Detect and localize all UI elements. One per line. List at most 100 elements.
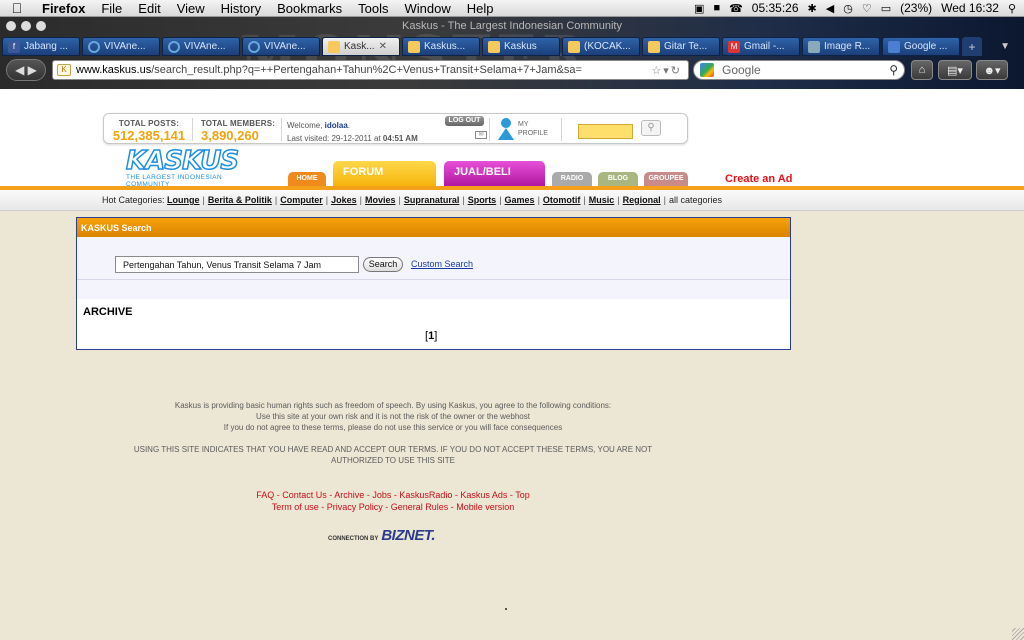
tab-item[interactable]: M Gmail -...	[722, 37, 800, 56]
footer-link-rules[interactable]: General Rules	[391, 502, 449, 512]
url-controls: ☆▾↻	[651, 64, 688, 77]
apple-menu-icon[interactable]: 	[0, 0, 34, 16]
volume-icon[interactable]: ◀	[826, 2, 834, 15]
custom-search-link[interactable]: Custom Search	[411, 259, 473, 269]
footer-link-terms[interactable]: Term of use	[272, 502, 319, 512]
footer-link-contact[interactable]: Contact Us	[282, 490, 327, 500]
tab-home[interactable]: HOME	[288, 172, 326, 186]
category-computer[interactable]: Computer	[280, 195, 323, 205]
elapsed-timer[interactable]: 05:35:26	[752, 1, 799, 15]
tab-label: Image R...	[824, 41, 871, 52]
reload-icon[interactable]: ↻	[671, 65, 682, 77]
menu-view[interactable]: View	[169, 1, 213, 16]
camera-icon[interactable]: ■	[713, 2, 720, 14]
footer-link-radio[interactable]: KaskusRadio	[399, 490, 452, 500]
tab-list-chevron-down-icon[interactable]: ▼	[1000, 41, 1010, 52]
tab-jual-beli[interactable]: JUAL/BELI	[444, 161, 545, 186]
history-dropdown-icon[interactable]: ▾	[663, 65, 671, 77]
category-supranatural[interactable]: Supranatural	[404, 195, 460, 205]
search-icon[interactable]: ⚲	[889, 63, 898, 77]
bluetooth-icon[interactable]: ✱	[808, 2, 817, 15]
menu-app-firefox[interactable]: Firefox	[34, 1, 93, 16]
app-status-icon[interactable]: ▣	[694, 2, 704, 15]
menu-history[interactable]: History	[213, 1, 269, 16]
tab-item[interactable]: Google ...	[882, 37, 960, 56]
search-button[interactable]: Search	[363, 257, 403, 272]
tab-item[interactable]: f Jabang ...	[2, 37, 80, 56]
footer-link-mobile[interactable]: Mobile version	[456, 502, 514, 512]
logo-word: KASKUS	[125, 146, 240, 176]
tab-forum[interactable]: FORUM	[333, 161, 436, 186]
menu-window[interactable]: Window	[397, 1, 459, 16]
connection-by-label: CONNECTION BY	[328, 536, 379, 542]
phone-icon[interactable]: ☎	[729, 2, 743, 15]
category-jokes[interactable]: Jokes	[331, 195, 357, 205]
tab-item[interactable]: Image R...	[802, 37, 880, 56]
battery-percent: (23%)	[900, 1, 933, 15]
footer-link-top[interactable]: Top	[515, 490, 530, 500]
menu-bookmarks[interactable]: Bookmarks	[269, 1, 350, 16]
menu-help[interactable]: Help	[459, 1, 502, 16]
category-all[interactable]: all categories	[669, 195, 722, 205]
create-ad-link[interactable]: Create an Ad	[725, 173, 792, 185]
resize-grip[interactable]	[1012, 628, 1024, 640]
biznet-logo[interactable]: CONNECTION BY BIZNET.	[328, 527, 436, 544]
back-button[interactable]: ◀ ▶	[6, 59, 46, 81]
menu-tools[interactable]: Tools	[350, 1, 396, 16]
footer-link-ads[interactable]: Kaskus Ads	[460, 490, 507, 500]
tab-item-active[interactable]: Kask... ✕	[322, 37, 400, 56]
tab-item[interactable]: VIVAne...	[82, 37, 160, 56]
tab-radio[interactable]: RADIO	[552, 172, 592, 186]
site-search-input[interactable]	[578, 124, 633, 139]
category-music[interactable]: Music	[589, 195, 615, 205]
welcome-text: Welcome,	[287, 121, 323, 130]
search-query-input[interactable]	[115, 256, 359, 273]
bookmarks-toolbar-button[interactable]: ▤▾	[938, 60, 972, 80]
time-machine-icon[interactable]: ◷	[843, 2, 853, 15]
category-games[interactable]: Games	[505, 195, 535, 205]
tab-item[interactable]: Gitar Te...	[642, 37, 720, 56]
close-tab-icon[interactable]: ✕	[379, 41, 387, 52]
tab-groupee[interactable]: GROUPEE	[644, 172, 688, 186]
site-search-go-button[interactable]: ⚲	[641, 120, 661, 136]
category-sports[interactable]: Sports	[468, 195, 497, 205]
page-content: TOTAL POSTS: 512,385,141 TOTAL MEMBERS: …	[0, 89, 1024, 640]
google-engine-icon[interactable]	[700, 63, 714, 77]
image-icon	[808, 40, 820, 53]
web-search-bar[interactable]: Google ⚲	[693, 60, 905, 80]
footer-link-faq[interactable]: FAQ	[256, 490, 274, 500]
tab-item[interactable]: Kaskus	[482, 37, 560, 56]
menu-edit[interactable]: Edit	[130, 1, 168, 16]
wifi-icon[interactable]: ♡	[862, 2, 872, 15]
tab-blog[interactable]: BLOG	[598, 172, 638, 186]
new-tab-button[interactable]: +	[962, 37, 982, 56]
menu-file[interactable]: File	[93, 1, 130, 16]
mail-icon[interactable]: ✉	[475, 131, 487, 139]
bookmark-star-icon[interactable]: ☆	[651, 65, 663, 77]
footer-link-jobs[interactable]: Jobs	[372, 490, 391, 500]
category-movies[interactable]: Movies	[365, 195, 396, 205]
menubar-clock[interactable]: Wed 16:32	[941, 1, 999, 15]
tab-item[interactable]: VIVAne...	[242, 37, 320, 56]
home-button[interactable]: ⌂	[911, 60, 933, 80]
footer-link-archive[interactable]: Archive	[334, 490, 364, 500]
tab-item[interactable]: (KOCAK...	[562, 37, 640, 56]
my-profile-link[interactable]: MY PROFILE	[498, 118, 548, 140]
url-bar[interactable]: K www.kaskus.us/search_result.php?q=++Pe…	[52, 60, 689, 80]
category-regional[interactable]: Regional	[623, 195, 661, 205]
kaskus-logo[interactable]: KASKUS THE LARGEST INDONESIAN COMMUNITY	[125, 146, 255, 188]
battery-icon[interactable]: ▭	[881, 2, 891, 15]
username-link[interactable]: idolaa	[325, 121, 348, 130]
category-otomotif[interactable]: Otomotif	[543, 195, 581, 205]
addon-button[interactable]: ☻▾	[976, 60, 1008, 80]
category-berita-politik[interactable]: Berita & Politik	[208, 195, 272, 205]
category-lounge[interactable]: Lounge	[167, 195, 200, 205]
site-identity-icon[interactable]: K	[57, 64, 71, 76]
url-text[interactable]: www.kaskus.us/search_result.php?q=++Pert…	[76, 64, 651, 76]
spotlight-icon[interactable]: ⚲	[1008, 2, 1016, 15]
logout-button[interactable]: LOG OUT	[445, 116, 484, 126]
tab-item[interactable]: VIVAne...	[162, 37, 240, 56]
footer-link-privacy[interactable]: Privacy Policy	[327, 502, 383, 512]
tab-item[interactable]: Kaskus...	[402, 37, 480, 56]
profile-label-1: MY	[518, 121, 529, 128]
